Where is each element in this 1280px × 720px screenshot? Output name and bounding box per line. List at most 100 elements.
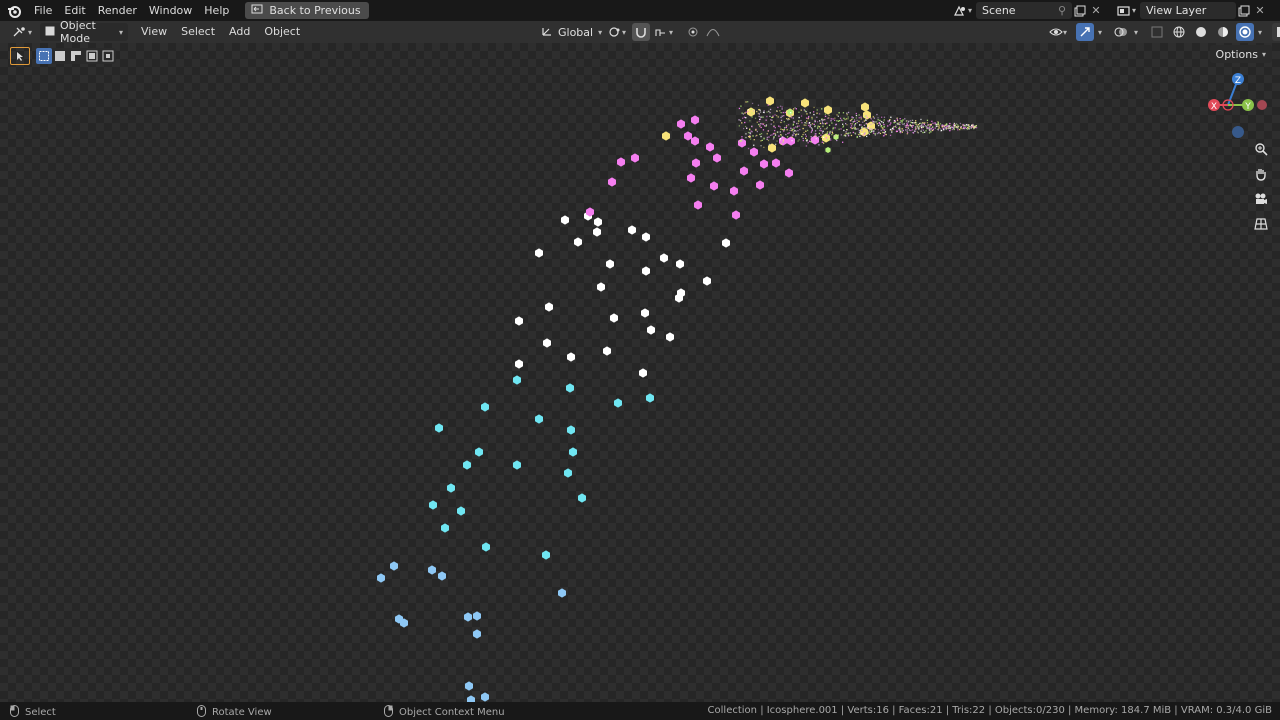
particle-cloud-dot [883,135,885,137]
gizmo-neg-z[interactable] [1232,126,1244,138]
menu-file[interactable]: File [28,0,58,21]
particle-cloud-dot [747,101,749,103]
particle-white [597,282,605,292]
particle-cloud-dot [889,124,891,126]
particle-cloud-dot [882,131,884,134]
particle-cloud-dot [922,129,925,131]
particle-cloud-dot [868,125,870,127]
particle-cloud-dot [862,134,864,136]
snap-icon[interactable] [632,23,650,41]
scene-selector: ▾ Scene ⚲ ✕ [952,2,1104,19]
particle-cloud-dot [843,117,845,119]
perspective-grid-icon[interactable] [1250,214,1272,233]
particle-cloud-dot [864,126,866,129]
particle-cloud-dot [918,128,920,130]
material-shading-icon[interactable] [1214,23,1232,41]
particle-cloud-dot [808,116,810,118]
rendered-shading-icon[interactable] [1236,23,1255,41]
menu-view[interactable]: View [134,21,174,43]
menu-add[interactable]: Add [222,21,257,43]
overlays-icon[interactable] [1112,23,1130,41]
menu-window[interactable]: Window [143,0,198,21]
particle-cloud-dot [756,121,758,123]
particle-cloud-dot [817,137,819,139]
scene-name-field[interactable]: Scene ⚲ [976,2,1073,19]
gizmo-y-label: Y [1244,102,1251,112]
particle-cloud-dot [815,138,817,140]
particle-cloud-dot [905,120,908,122]
particle-cloud-dot [790,117,793,119]
particle-cloud-dot [939,123,942,125]
particle-cloud-dot [832,118,834,120]
delete-view-layer-icon[interactable]: ✕ [1252,2,1268,19]
solid-shading-icon[interactable] [1192,23,1210,41]
gizmo-neg-x-far[interactable] [1257,100,1267,110]
view-layer-name-field[interactable]: View Layer [1140,2,1237,19]
particle-cloud-dot [764,125,766,127]
particle-cloud-dot [807,122,809,124]
delete-scene-icon[interactable]: ✕ [1088,2,1104,19]
pivot-point-icon[interactable]: ▾ [604,23,630,41]
particle-cloud-dot [750,108,752,110]
new-scene-icon[interactable] [1072,2,1088,19]
particle-cloud-dot [906,122,908,124]
particle-cloud-dot [771,116,773,119]
chevron-down-icon[interactable]: ▾ [1258,28,1262,37]
particle-cloud-dot [846,129,848,131]
back-to-previous-button[interactable]: Back to Previous [245,2,369,19]
particle-cloud-dot [957,129,959,131]
pan-hand-icon[interactable] [1250,164,1272,183]
3d-viewport[interactable]: Options ▾ Z Y X [0,43,1280,702]
menu-edit[interactable]: Edit [58,0,91,21]
view-layer-icon[interactable] [1116,2,1132,19]
new-view-layer-icon[interactable] [1236,2,1252,19]
menu-select[interactable]: Select [174,21,222,43]
particle-cyan [463,460,471,470]
falloff-icon[interactable] [704,23,722,41]
xray-icon[interactable] [1148,23,1166,41]
mode-dropdown[interactable]: Object Mode ▾ [40,19,128,45]
pause-render-icon[interactable] [1272,23,1280,41]
particle-cloud-dot [738,125,740,127]
chevron-down-icon[interactable]: ▾ [1098,28,1102,37]
chevron-down-icon[interactable]: ▾ [1134,28,1138,37]
particle-cloud-dot [759,111,762,113]
camera-icon[interactable] [1250,189,1272,208]
particle-cloud-dot [816,116,818,118]
chevron-down-icon: ▾ [118,27,123,37]
particle-cloud-dot [914,122,916,124]
particle-cloud-dot [769,115,771,117]
zoom-icon[interactable] [1250,139,1272,158]
particle-cloud-dot [755,129,757,131]
snap-target-icon[interactable]: ▾ [652,23,676,41]
particle-cloud-dot [834,119,836,121]
particle-cloud-dot [753,110,755,112]
particle-cloud-dot [760,135,762,138]
menu-render[interactable]: Render [92,0,143,21]
navigation-gizmo[interactable]: Z Y X [1208,73,1267,138]
editor-type-icon[interactable]: ▾ [10,23,34,41]
particle-cloud-dot [768,136,770,138]
menu-help[interactable]: Help [198,0,235,21]
particle-cloud-dot [912,124,914,127]
proportional-editing-icon[interactable] [684,23,702,41]
scene-icon[interactable] [952,2,968,19]
transform-orientation-dropdown[interactable]: Global ▾ [536,23,602,41]
particle-cloud-dot [960,127,962,129]
particle-cloud-dot [792,131,794,133]
pin-icon[interactable]: ⚲ [1058,4,1066,17]
visibility-icon[interactable]: ▾ [1044,23,1072,41]
particle-cyan [614,398,622,408]
particle-cyan [447,483,455,493]
particle-cloud-dot [870,118,872,120]
particle-cloud-dot [850,126,852,129]
blender-logo-icon[interactable] [0,0,28,21]
menu-object[interactable]: Object [257,21,307,43]
wireframe-shading-icon[interactable] [1170,23,1188,41]
particle-cloud-dot [968,124,970,126]
gizmo-toggle-icon[interactable] [1076,23,1094,41]
top-menu-bar: File Edit Render Window Help Back to Pre… [0,0,1280,21]
particle-cloud-dot [760,116,762,118]
particle-cloud-dot [787,119,789,121]
particle-cloud-dot [911,119,914,121]
